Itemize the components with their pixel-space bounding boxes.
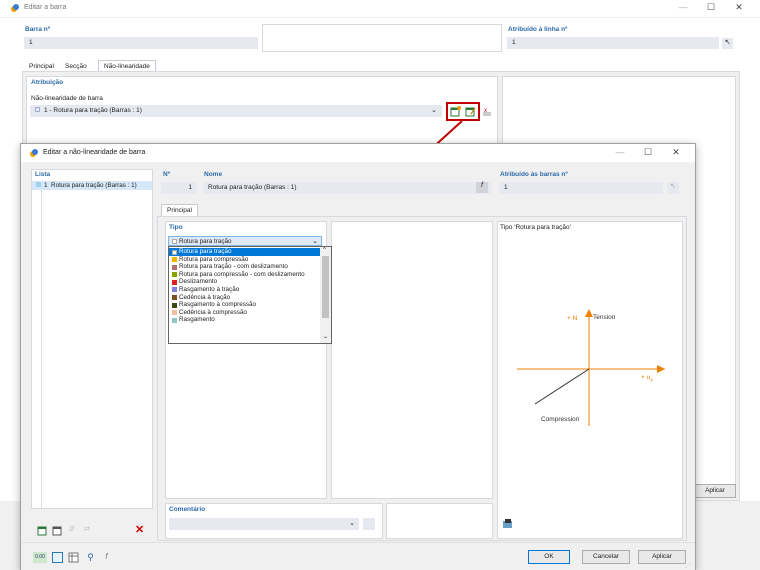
diagram-ux-text: + u [641, 374, 651, 381]
type-options: Rotura para tração Rotura para compressão… [169, 248, 321, 324]
comment-header: Comentário [169, 506, 206, 513]
type-option[interactable]: Rasgamento à tração [169, 286, 321, 294]
dialog-tab-principal[interactable]: Principal [161, 204, 198, 216]
name-label: Nome [204, 171, 223, 178]
resize-grip-icon[interactable]: ⋰ [685, 562, 691, 569]
view-icon[interactable] [52, 552, 63, 563]
scroll-up-icon[interactable]: ^ [323, 247, 326, 253]
type-option[interactable]: Cedência à tração [169, 294, 321, 302]
type-option[interactable]: Rotura para compressão - com deslizament… [169, 271, 321, 279]
dropdown-scrollbar[interactable]: ^ ⌄ [320, 247, 331, 343]
dialog-titlebar: Editar a não-linearidade de barra — ☐ ✕ [21, 144, 695, 162]
type-option-label: Rotura para compressão - com deslizament… [179, 270, 305, 278]
select-members-icon[interactable]: ↖ [667, 182, 679, 194]
diagram-ux-sub: x [650, 377, 653, 384]
no-label: Nº [163, 171, 171, 178]
assigned-members-label: Atribuído às barras nº [500, 171, 568, 178]
type-option-swatch [172, 310, 177, 316]
list-item-swatch [36, 182, 41, 187]
comment-right-panel [386, 503, 493, 539]
dialog-minimize-icon[interactable]: — [613, 147, 627, 157]
comment-field[interactable]: ⌄ [169, 518, 359, 530]
edit-name-icon[interactable]: f [476, 182, 488, 193]
type-option-label: Rasgamento à compressão [179, 301, 257, 309]
type-selected-value: Rotura para tração [179, 238, 232, 245]
help-icon[interactable]: ⚲ [85, 552, 96, 563]
type-option-label: Rasgamento [179, 316, 215, 324]
diagram-compression-label: Compression [541, 416, 580, 423]
type-combobox[interactable]: Rotura para tração ⌄ [168, 236, 322, 246]
comment-chevron-icon[interactable]: ⌄ [349, 519, 355, 527]
units-icon[interactable]: 0.00 [33, 552, 47, 563]
type-option-label: Rotura para tração [179, 248, 232, 255]
type-dropdown-list: Rotura para tração Rotura para compressão… [168, 246, 332, 344]
type-option-swatch [172, 264, 177, 270]
table-icon[interactable] [68, 552, 79, 563]
type-option-label: Rotura para tração - com deslizamento [179, 263, 288, 271]
type-option-label: Rotura para compressão [179, 255, 249, 263]
list-item-no: 1 [44, 182, 48, 189]
type-option-swatch [172, 295, 177, 301]
type-option[interactable]: Deslizamento [169, 278, 321, 286]
list-item[interactable]: 1 Rotura para tração (Barras : 1) [32, 181, 152, 190]
dialog-maximize-icon[interactable]: ☐ [641, 147, 655, 158]
compression-branch [534, 368, 590, 405]
dialog-window: Editar a não-linearidade de barra — ☐ ✕ … [20, 143, 696, 570]
n-axis-arrow [585, 309, 593, 317]
dialog-title: Editar a não-linearidade de barra [43, 149, 146, 156]
type-option-swatch [172, 302, 177, 308]
list-renumber-icon: ⇄ [84, 526, 90, 533]
scroll-down-icon[interactable]: ⌄ [323, 333, 328, 340]
type-option[interactable]: Rotura para tração - com deslizamento [169, 263, 321, 271]
type-option-label: Rasgamento à tração [179, 285, 240, 293]
list-sort-icon: ⇵ [69, 526, 75, 533]
type-option-swatch [172, 272, 177, 278]
nonlinearity-diagram [517, 309, 665, 426]
type-selected-swatch [172, 239, 177, 244]
formula-icon[interactable]: f [101, 552, 112, 563]
type-option-swatch [172, 317, 177, 323]
assigned-members-field[interactable]: 1 [499, 182, 663, 194]
type-chevron-down-icon[interactable]: ⌄ [312, 237, 318, 246]
cancel-button[interactable]: Cancelar [582, 550, 630, 564]
list-header: Lista [35, 171, 51, 178]
middle-panel [331, 221, 493, 499]
no-field[interactable]: 1 [161, 182, 197, 194]
ux-axis-arrow [657, 365, 665, 373]
type-option-label: Deslizamento [179, 278, 218, 286]
list-divider [41, 190, 42, 508]
list-panel [31, 169, 153, 509]
diagram-tension-label: Tension [593, 314, 616, 321]
type-option-swatch [172, 249, 177, 255]
dialog-app-icon [29, 148, 39, 158]
name-field[interactable]: Rotura para tração (Barras : 1) [203, 182, 491, 194]
type-option-label: Cedência à tração [179, 293, 231, 301]
dialog-close-icon[interactable]: ✕ [669, 147, 683, 158]
type-header: Tipo [169, 224, 183, 231]
type-option[interactable]: Cedência à compressão [169, 309, 321, 317]
comment-library-icon[interactable] [363, 518, 375, 530]
list-copy-icon[interactable] [52, 525, 63, 536]
type-option-swatch [172, 257, 177, 263]
diagram-n-label: + N [567, 315, 578, 322]
ok-button[interactable]: OK [528, 550, 570, 564]
type-option-swatch [172, 287, 177, 293]
list-delete-icon[interactable]: ✕ [135, 523, 146, 536]
scroll-thumb[interactable] [322, 256, 329, 318]
list-item-label: Rotura para tração (Barras : 1) [51, 182, 137, 189]
type-option[interactable]: Rotura para compressão [169, 256, 321, 264]
diagram-tool-icon[interactable] [502, 518, 514, 530]
list-new-icon[interactable] [37, 525, 48, 536]
type-option[interactable]: Rasgamento [169, 316, 321, 324]
type-option[interactable]: Rasgamento à compressão [169, 301, 321, 309]
diagram-ux-label: + ux [641, 374, 653, 383]
dialog-apply-button[interactable]: Aplicar [638, 550, 686, 564]
type-option[interactable]: Rotura para tração [169, 248, 321, 256]
type-option-label: Cedência à compressão [179, 308, 247, 316]
type-option-swatch [172, 279, 177, 285]
